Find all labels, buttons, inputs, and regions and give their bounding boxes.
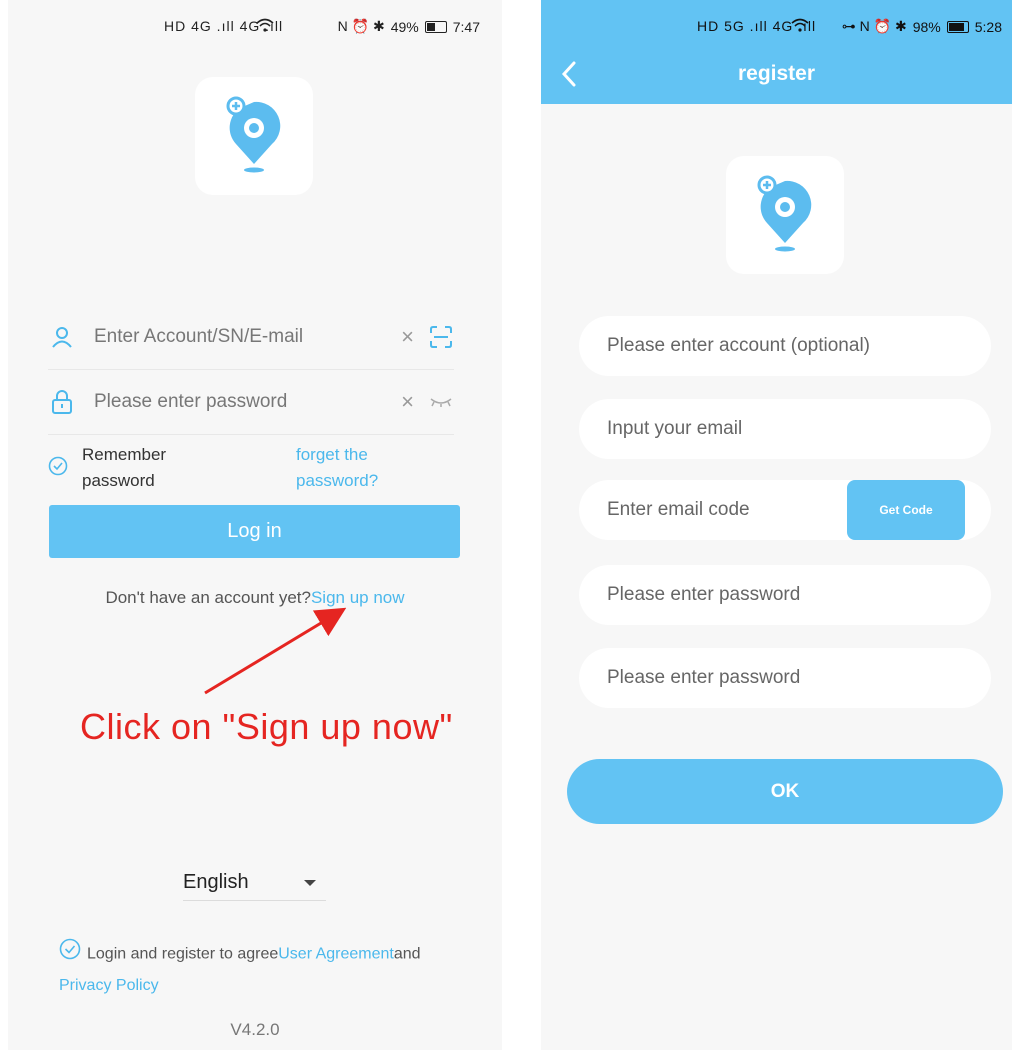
register-header: HD 5G .ıll 4G .ıll ⊶ N ⏰ ✱ 98% 5:28 regi…	[541, 0, 1012, 104]
register-code-field: Get Code	[579, 480, 991, 540]
register-password-input[interactable]	[605, 583, 991, 607]
language-value: English	[183, 870, 249, 893]
register-password-field	[579, 565, 991, 625]
app-logo	[726, 156, 844, 274]
language-select[interactable]: English	[183, 864, 326, 901]
login-screen: HD 4G .ıll 4G .ıll N ⏰ ✱ 49% 7:47 Enter …	[8, 0, 502, 1050]
agreement-text: Login and register to agreeUser Agreemen…	[59, 938, 469, 1001]
user-agreement-link[interactable]: User Agreement	[278, 946, 394, 963]
get-code-button[interactable]: Get Code	[847, 480, 965, 540]
agree-and: and	[393, 945, 421, 963]
check-circle-icon[interactable]	[59, 938, 81, 971]
system-indicators: ⊶ N ⏰ ✱	[841, 18, 907, 34]
agree-prefix: Login and register to agree	[87, 945, 279, 963]
register-account-field	[579, 316, 991, 376]
email-input[interactable]	[605, 417, 991, 441]
page-title: register	[737, 62, 816, 85]
confirm-password-input[interactable]	[605, 666, 991, 690]
register-email-field	[579, 399, 991, 459]
chevron-down-icon	[304, 880, 316, 886]
privacy-policy-link[interactable]: Privacy Policy	[59, 977, 159, 994]
register-screen: HD 5G .ıll 4G .ıll ⊶ N ⏰ ✱ 98% 5:28 regi…	[541, 0, 1012, 1050]
annotation-label: Click on "Sign up now"	[80, 706, 453, 747]
wifi-icon	[791, 18, 809, 35]
status-bar: HD 5G .ıll 4G .ıll ⊶ N ⏰ ✱ 98% 5:28	[541, 0, 1012, 48]
app-version: V4.2.0	[230, 1020, 280, 1039]
app-logo-icon	[753, 173, 817, 258]
register-account-input[interactable]	[605, 334, 991, 358]
ok-button[interactable]: OK	[567, 759, 1003, 824]
clock: 5:28	[974, 18, 1002, 35]
battery-icon	[946, 20, 969, 33]
register-confirm-field	[579, 648, 991, 708]
annotation-arrow	[204, 607, 347, 695]
battery-percent: 98%	[912, 18, 941, 35]
